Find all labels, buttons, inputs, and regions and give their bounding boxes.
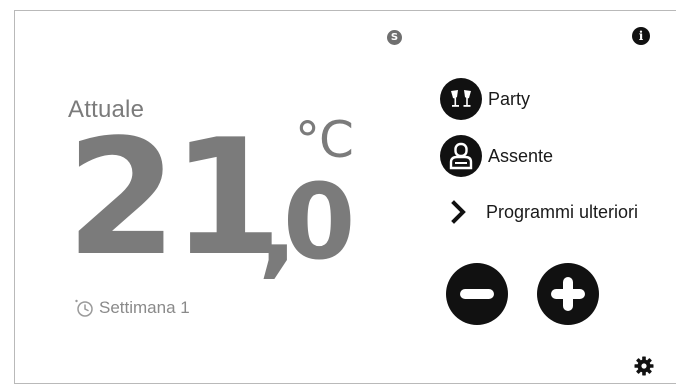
minus-icon bbox=[460, 289, 494, 299]
increase-temperature-button[interactable] bbox=[537, 263, 599, 325]
more-programs-label: Programmi ulteriori bbox=[486, 201, 639, 222]
clock-icon bbox=[74, 298, 94, 318]
temperature-decimal: 0 bbox=[283, 161, 356, 283]
info-button[interactable]: i bbox=[632, 27, 650, 45]
schedule-indicator: Settimana 1 bbox=[74, 298, 190, 318]
absent-label: Assente bbox=[488, 145, 554, 166]
gear-icon bbox=[633, 356, 655, 381]
mode-badge-letter: S bbox=[390, 32, 399, 43]
mode-badge: S bbox=[387, 30, 402, 45]
party-label: Party bbox=[488, 88, 531, 109]
info-icon: i bbox=[638, 29, 644, 43]
decrease-temperature-button[interactable] bbox=[446, 263, 508, 325]
party-glasses-icon bbox=[440, 78, 482, 120]
absent-button[interactable]: Assente bbox=[440, 135, 553, 177]
temperature-integer: 21 bbox=[66, 104, 283, 291]
schedule-label: Settimana 1 bbox=[99, 298, 190, 317]
party-button[interactable]: Party bbox=[440, 78, 530, 120]
settings-button[interactable] bbox=[633, 355, 655, 377]
more-programs-button[interactable]: Programmi ulteriori bbox=[450, 200, 638, 224]
chevron-right-icon bbox=[450, 200, 468, 224]
thermostat-screen: S i Attuale 21 , 0 °C Settimana 1 Party … bbox=[0, 0, 677, 385]
temperature-unit: °C bbox=[295, 111, 354, 169]
person-away-icon bbox=[440, 135, 482, 177]
